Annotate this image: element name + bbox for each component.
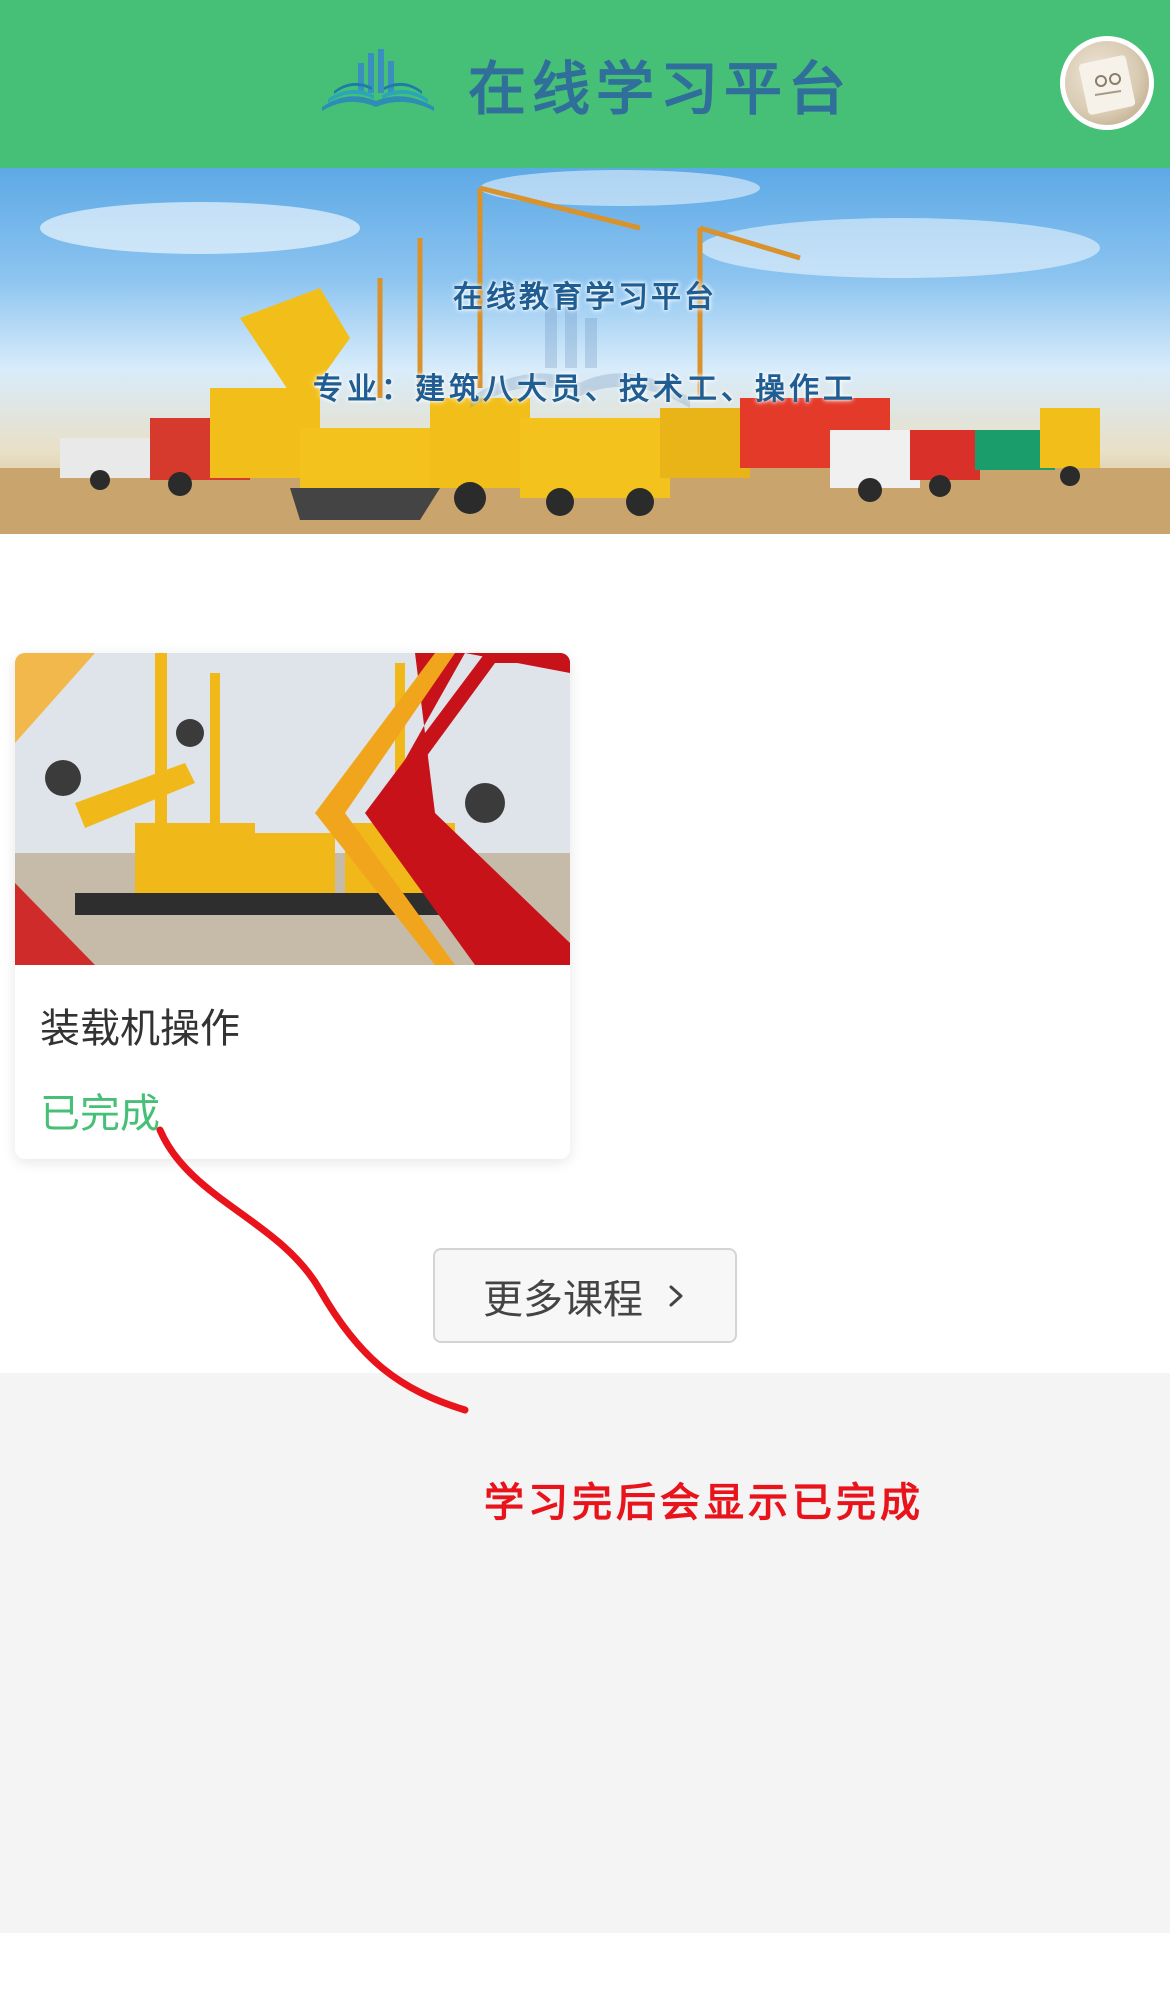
more-courses-button[interactable]: 更多课程: [433, 1248, 737, 1343]
chevron-right-icon: [669, 1285, 683, 1306]
open-book-chart-icon: [322, 49, 434, 111]
app-header: 在线学习平台: [0, 0, 1170, 168]
app-title: 在线学习平台: [468, 55, 853, 123]
hero-banner: 在线教育学习平台 专业：建筑八大员、技术工、操作工: [0, 168, 1170, 534]
user-avatar[interactable]: [1060, 36, 1154, 130]
course-title: 装载机操作: [40, 1006, 240, 1052]
annotation-note: 学习完后会显示已完成: [484, 1480, 924, 1526]
app-logo: 在线学习平台: [318, 42, 852, 126]
avatar-photo: [1078, 55, 1136, 115]
construction-machinery-image: [15, 653, 570, 965]
construction-machinery-banner-art: [0, 170, 1170, 534]
course-thumbnail: [15, 653, 570, 965]
course-card[interactable]: 装载机操作 已完成: [15, 653, 570, 1159]
banner-subtitle: 专业：建筑八大员、技术工、操作工: [313, 372, 857, 407]
more-courses-label: 更多课程: [483, 1276, 643, 1323]
banner-title: 在线教育学习平台: [453, 280, 717, 315]
course-status-badge: 已完成: [40, 1091, 160, 1137]
page-footer-area: [0, 1373, 1170, 1933]
page: 在线学习平台 在线教育学习平台 专业：建筑八大员、技术工、操作工 装载机操作 已…: [0, 0, 1170, 2010]
